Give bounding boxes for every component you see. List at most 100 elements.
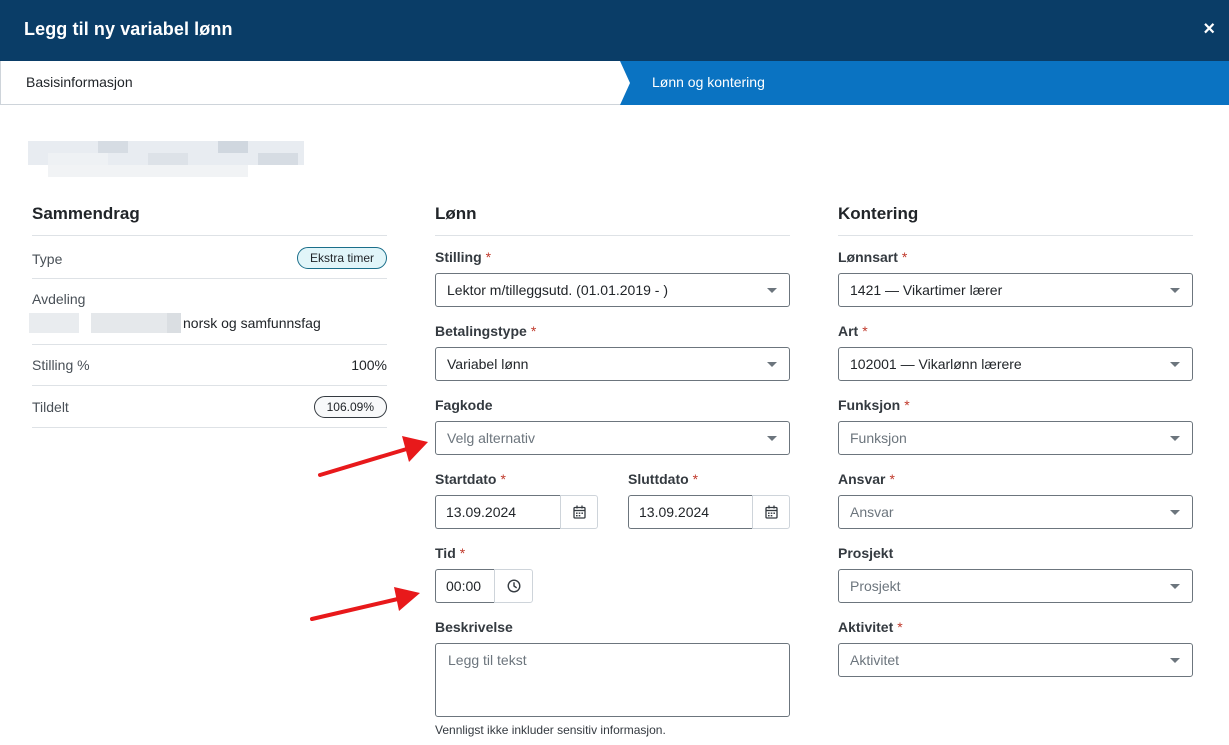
required-mark: * [904,397,910,413]
summary-heading: Sammendrag [32,200,387,236]
chevron-down-icon [1170,436,1180,441]
redacted-employee-name [28,141,304,177]
lonn-heading: Lønn [435,200,790,236]
art-select-value: 102001 — Vikarlønn lærere [850,356,1022,372]
aktivitet-select[interactable]: Aktivitet [838,643,1193,677]
stilling-select-value: Lektor m/tilleggsutd. (01.01.2019 - ) [447,282,669,298]
tid-label: Tid * [435,545,465,561]
calendar-icon[interactable] [560,495,598,529]
summary-row-type: Type Ekstra timer [32,236,387,279]
aktivitet-label-text: Aktivitet [838,619,894,635]
tildelt-badge: 106.09% [313,396,387,418]
avdeling-value-wrap: norsk og samfunnsfag [29,313,321,333]
aktivitet-label: Aktivitet * [838,619,903,635]
fagkode-select[interactable]: Velg alternativ [435,421,790,455]
step-label: Lønn og kontering [652,74,765,90]
step-lonn-og-kontering[interactable]: Lønn og kontering [620,61,1229,105]
avdeling-value: norsk og samfunnsfag [183,315,321,331]
ansvar-select[interactable]: Ansvar [838,495,1193,529]
required-mark: * [901,249,908,265]
ansvar-label-text: Ansvar [838,471,886,487]
chevron-down-icon [1170,362,1180,367]
prosjekt-placeholder: Prosjekt [850,578,901,594]
required-mark: * [889,471,895,487]
sluttdato-input[interactable]: 13.09.2024 [628,495,752,529]
chevron-down-icon [1170,584,1180,589]
summary-column: Sammendrag Type Ekstra timer Avdeling no… [29,200,387,428]
startdato-label-text: Startdato [435,471,497,487]
aktivitet-placeholder: Aktivitet [850,652,900,668]
sluttdato-field: 13.09.2024 [628,495,790,529]
fagkode-label: Fagkode [435,397,493,413]
tid-input[interactable]: 00:00 [435,569,494,603]
summary-row-stilling: Stilling % 100% [32,345,387,386]
tildelt-label: Tildelt [32,399,69,415]
type-label: Type [32,251,63,267]
sluttdato-label: Sluttdato * [628,471,698,487]
funksjon-select[interactable]: Funksjon [838,421,1193,455]
required-mark: * [692,471,699,487]
ansvar-placeholder: Ansvar [850,504,894,520]
avdeling-label: Avdeling [32,291,86,307]
type-badge: Ekstra timer [296,247,387,269]
beskrivelse-textarea[interactable]: Legg til tekst [435,643,790,717]
betalingstype-select-value: Variabel lønn [447,356,529,372]
startdato-input[interactable]: 13.09.2024 [435,495,560,529]
art-label-text: Art [838,323,859,339]
betalingstype-select[interactable]: Variabel lønn [435,347,790,381]
step-indicator: Basisinformasjon Lønn og kontering [0,61,1229,105]
lonnsart-label: Lønnsart * [838,249,907,265]
redacted-text [29,313,79,333]
required-mark: * [500,471,506,487]
chevron-down-icon [767,288,777,293]
kontering-column: Kontering [838,200,1193,236]
calendar-icon[interactable] [752,495,790,529]
chevron-down-icon [767,362,777,367]
startdato-label: Startdato * [435,471,506,487]
stilling-percent-label: Stilling % [32,357,90,373]
required-mark: * [862,323,868,339]
required-mark: * [897,619,903,635]
tid-label-text: Tid [435,545,456,561]
required-mark: * [530,323,537,339]
tid-field: 00:00 [435,569,533,603]
betalingstype-label-text: Betalingstype [435,323,527,339]
funksjon-placeholder: Funksjon [850,430,907,446]
required-mark: * [485,249,492,265]
art-label: Art * [838,323,868,339]
art-select[interactable]: 102001 — Vikarlønn lærere [838,347,1193,381]
chevron-down-icon [767,436,777,441]
required-mark: * [459,545,466,561]
chevron-down-icon [1170,288,1180,293]
kontering-heading: Kontering [838,200,1193,236]
close-icon[interactable]: × [1203,17,1215,41]
stilling-label: Stilling * [435,249,491,265]
lonnsart-select[interactable]: 1421 — Vikartimer lærer [838,273,1193,307]
modal-title: Legg til ny variabel lønn [24,19,233,39]
annotation-arrow-icon [310,587,420,621]
beskrivelse-label: Beskrivelse [435,619,513,635]
annotation-arrow-icon [318,436,428,477]
funksjon-label-text: Funksjon [838,397,901,413]
betalingstype-label: Betalingstype * [435,323,536,339]
beskrivelse-hint: Vennligst ikke inkluder sensitiv informa… [435,723,666,737]
lonn-column: Lønn [435,200,790,236]
funksjon-label: Funksjon * [838,397,910,413]
chevron-down-icon [1170,510,1180,515]
sluttdato-label-text: Sluttdato [628,471,689,487]
clock-icon[interactable] [494,569,533,603]
lonnsart-label-text: Lønnsart [838,249,898,265]
step-basisinformasjon[interactable]: Basisinformasjon [0,61,628,105]
chevron-down-icon [1170,658,1180,663]
startdato-field: 13.09.2024 [435,495,598,529]
summary-row-avdeling: Avdeling norsk og samfunnsfag [29,279,387,345]
ansvar-label: Ansvar * [838,471,895,487]
redacted-text [91,313,167,333]
redacted-text [167,313,181,333]
fagkode-placeholder: Velg alternativ [447,430,535,446]
prosjekt-select[interactable]: Prosjekt [838,569,1193,603]
prosjekt-label: Prosjekt [838,545,894,561]
stilling-select[interactable]: Lektor m/tilleggsutd. (01.01.2019 - ) [435,273,790,307]
lonnsart-select-value: 1421 — Vikartimer lærer [850,282,1003,298]
step-label: Basisinformasjon [26,74,133,90]
